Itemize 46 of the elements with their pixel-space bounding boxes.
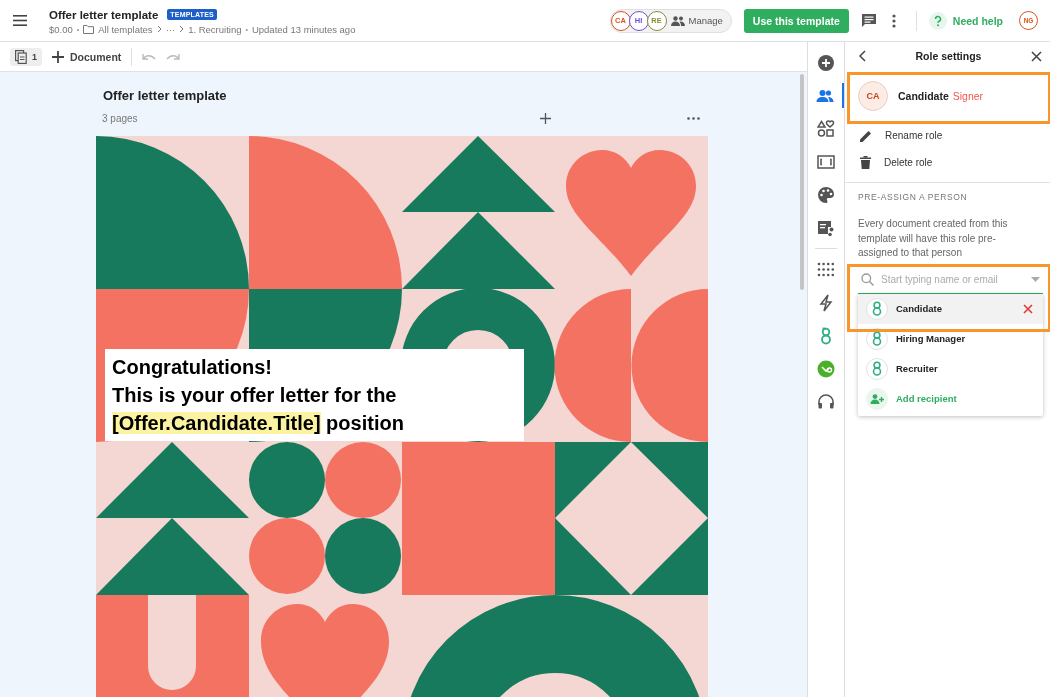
trash-icon [860, 156, 871, 169]
search-icon [861, 273, 874, 286]
back-icon[interactable] [859, 50, 866, 62]
role-avatar: CA [858, 81, 888, 111]
document-heading: Offer letter template [102, 87, 228, 103]
breadcrumb-link[interactable]: All templates [98, 23, 153, 35]
rename-role-button[interactable]: Rename role [845, 122, 1050, 149]
headline-text: Congratulations! This is your offer letter for the [Offer.Candidate.Title] position [105, 349, 524, 441]
delete-role-button[interactable]: Delete role [845, 149, 1050, 176]
remove-icon[interactable] [1023, 303, 1033, 314]
chevron-icon [179, 25, 185, 33]
recipient-option[interactable]: Recruiter [858, 353, 1043, 384]
add-person-icon [866, 387, 888, 410]
panel-title: Role settings [915, 50, 982, 62]
pencil-icon [860, 129, 872, 142]
recipient-option[interactable]: Candidate [858, 293, 1043, 324]
role-name: Candidate [898, 90, 949, 102]
breadcrumb-link[interactable]: ··· [165, 23, 176, 35]
more-icon[interactable] [891, 13, 896, 28]
close-icon[interactable] [1031, 50, 1042, 62]
price-text: $0.00 [49, 23, 73, 35]
recipient-option[interactable]: Hiring Manager [858, 323, 1043, 354]
updated-text: Updated 13 minutes ago [251, 23, 356, 35]
person-search-field[interactable]: Start typing name or email [881, 274, 1024, 285]
question-icon [928, 11, 947, 30]
folder-icon [83, 24, 95, 34]
section-heading: PRE-ASSIGN A PERSON [858, 192, 969, 202]
document-title: Offer letter template [49, 8, 159, 21]
recipient-logo-icon [866, 357, 888, 380]
chevron-icon [156, 25, 162, 33]
page-count: 3 pages [102, 113, 139, 124]
breadcrumb-link[interactable]: 1. Recruiting [188, 23, 242, 35]
menu-icon[interactable] [13, 15, 27, 26]
recipient-logo-icon [866, 297, 888, 320]
add-document-button[interactable]: Document [52, 50, 122, 63]
pages-button[interactable]: 1 [10, 47, 42, 66]
pages-icon [15, 49, 27, 64]
scrollbar-thumb[interactable] [800, 74, 804, 290]
more-icon[interactable] [687, 117, 700, 120]
people-icon [670, 15, 685, 26]
comment-icon[interactable] [860, 12, 877, 29]
add-icon[interactable] [539, 113, 551, 124]
role-type: Signer [952, 90, 984, 102]
section-description: Every document created from this template will have this role pre-assigned to that person [858, 217, 1009, 260]
plus-icon [52, 50, 64, 63]
manage-button[interactable]: Manage [670, 15, 723, 26]
